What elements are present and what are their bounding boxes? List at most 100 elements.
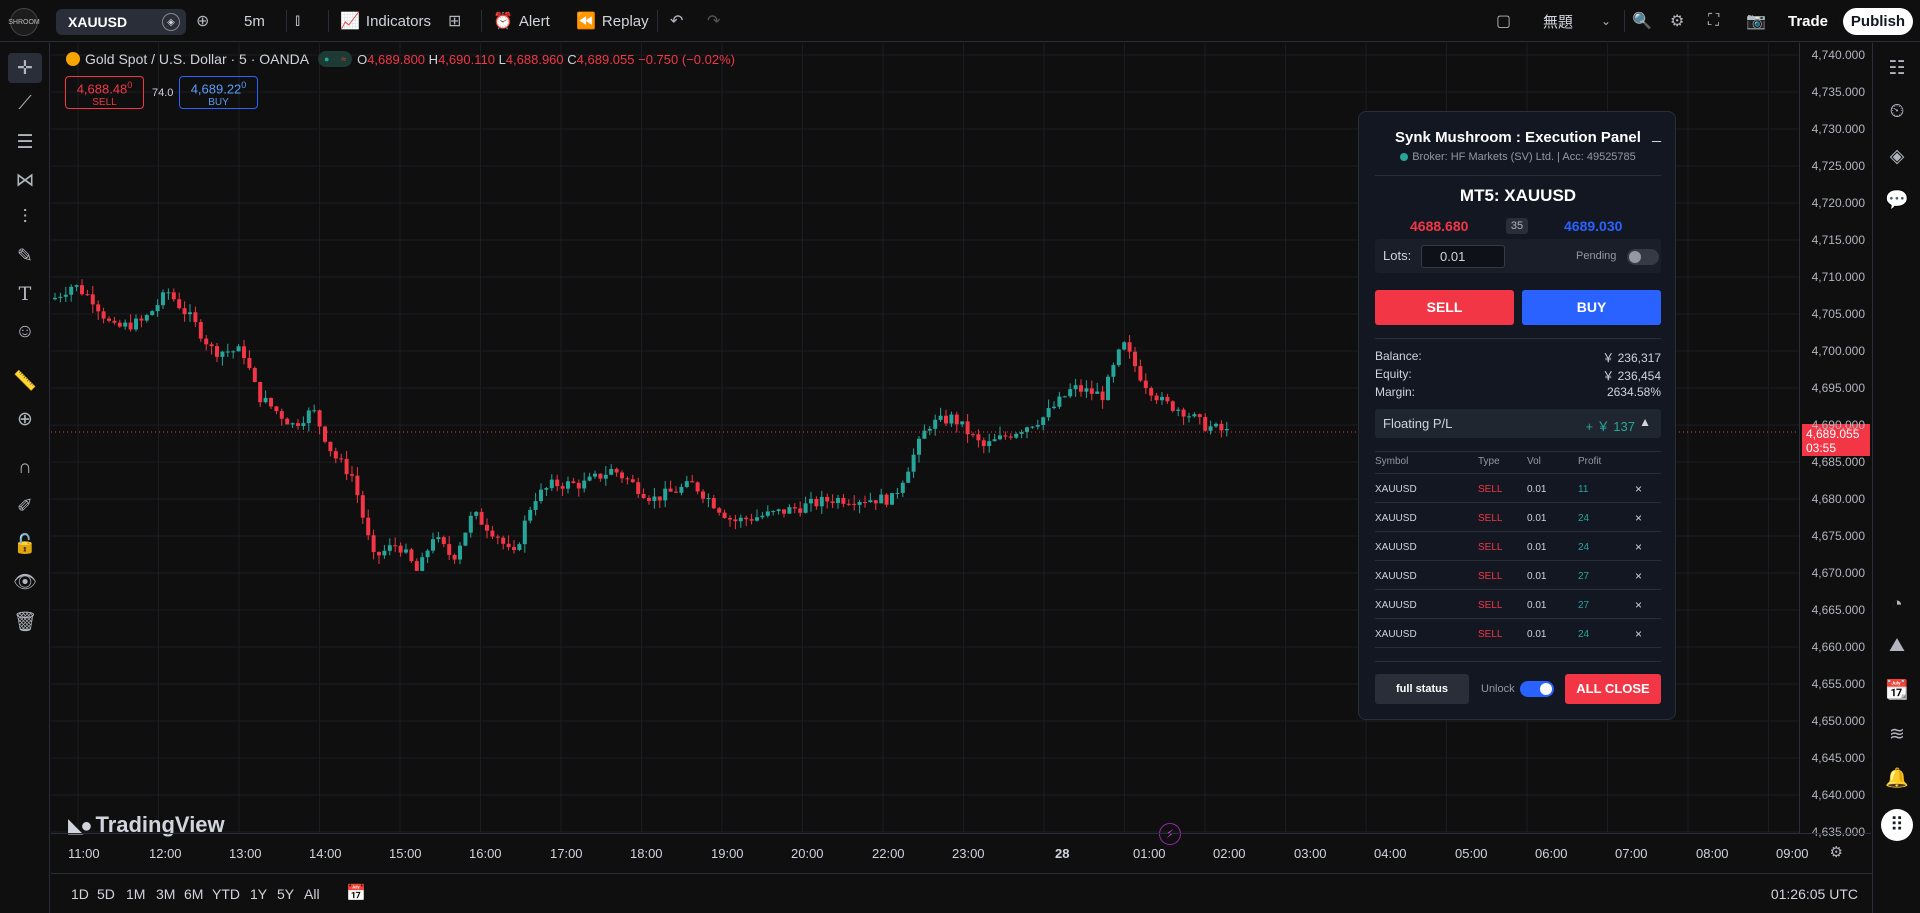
object-tree-button[interactable]: ◈	[1881, 141, 1913, 171]
alerts-button[interactable]: ⏲	[1881, 97, 1913, 127]
pattern-tool[interactable]: ⋈	[8, 165, 42, 195]
brand-logo[interactable]: SHROOM	[8, 8, 40, 36]
trendline-tool[interactable]: ⟋	[8, 89, 42, 119]
brush-tool[interactable]: ✎	[8, 241, 42, 271]
all-close-button[interactable]: ALL CLOSE	[1565, 674, 1661, 704]
symbol-title[interactable]: Gold Spot / U.S. Dollar · 5 · OANDA	[85, 51, 309, 67]
forecast-tool[interactable]: ⫶	[8, 203, 42, 233]
close-position-button[interactable]: ×	[1635, 482, 1642, 496]
close-position-button[interactable]: ×	[1635, 511, 1642, 525]
time-axis[interactable]: ⚙ 11:00 12:00 13:00 14:00 15:00 16:00 17:00 18:…	[51, 833, 1871, 873]
emoji-tool[interactable]: ☺	[8, 317, 42, 347]
watchlist-button[interactable]: ☷	[1881, 53, 1913, 83]
close-position-button[interactable]: ×	[1635, 540, 1642, 554]
lots-input[interactable]: 0.01	[1421, 245, 1505, 268]
candle	[90, 286, 95, 313]
lock-all-tool[interactable]: 🔓	[8, 529, 42, 559]
range-button-1y[interactable]: 1Y	[250, 886, 267, 902]
zoom-tool[interactable]: ⊕	[8, 404, 42, 434]
utc-clock[interactable]: 01:26:05 UTC	[1771, 886, 1858, 902]
measure-tool[interactable]: 📏	[8, 366, 42, 396]
candle	[566, 476, 570, 494]
hide-drawings-tool[interactable]: 👁	[8, 567, 42, 597]
layout-select-button[interactable]: ▢	[1496, 0, 1511, 42]
crosshair-tool[interactable]: ✛	[8, 53, 42, 83]
clock-icon: ⏲	[1889, 101, 1905, 122]
price-tick-label: 4,720.000	[1811, 196, 1865, 210]
axis-settings-icon[interactable]: ⚙	[1830, 843, 1843, 861]
candle	[1165, 393, 1170, 404]
indicators-button[interactable]: 📈 Indicators	[340, 0, 431, 42]
trade-button[interactable]: Trade	[1779, 8, 1837, 35]
magnet-tool[interactable]: ∩	[8, 453, 42, 483]
range-button-1d[interactable]: 1D	[71, 886, 89, 902]
lock-drawing-mode-tool[interactable]: ✐	[8, 491, 42, 521]
date-range-icon[interactable]: 📅	[346, 883, 366, 903]
fullscreen-button[interactable]: ⛶	[1708, 0, 1719, 42]
technicals-button[interactable]: ◔	[1881, 590, 1913, 620]
close-position-button[interactable]: ×	[1635, 627, 1642, 641]
positions-table: Symbol Type Vol Profit XAUUSD SELL 0.01 11 ×…	[1375, 456, 1661, 648]
replay-button[interactable]: ⏪ Replay	[576, 0, 649, 42]
symbol-search[interactable]: XAUUSD ◈	[56, 9, 186, 35]
candle	[1046, 399, 1051, 421]
candle	[101, 307, 106, 324]
quick-sell-button[interactable]: 4,688.480 SELL	[65, 76, 144, 109]
compare-icon[interactable]: ◈	[162, 13, 180, 31]
range-button-3m[interactable]: 3M	[156, 886, 175, 902]
close-position-button[interactable]: ×	[1635, 598, 1642, 612]
chevron-down-icon: ⌄	[1601, 14, 1612, 28]
candle	[971, 432, 975, 438]
candle	[414, 558, 419, 572]
remove-drawings-tool[interactable]: 🗑	[8, 607, 42, 637]
redo-button[interactable]: ↷	[707, 0, 720, 42]
calendar-button[interactable]: 📆	[1881, 675, 1913, 705]
templates-button[interactable]: ⊞	[448, 0, 461, 42]
layout-name-button[interactable]: 無題 ⌄	[1543, 0, 1611, 42]
interval-button[interactable]: 5m	[244, 0, 265, 42]
apps-button[interactable]: ⠿	[1881, 809, 1913, 841]
text-tool[interactable]: T	[8, 279, 42, 309]
range-button-ytd[interactable]: YTD	[212, 886, 240, 902]
quick-search-button[interactable]: 🔍	[1632, 0, 1652, 42]
price-tick-label: 4,735.000	[1811, 85, 1865, 99]
snapshot-button[interactable]: 📷	[1746, 0, 1766, 42]
candle	[501, 535, 506, 550]
price-axis[interactable]: 4,689.055 03:55 4,740.000 4,735.000 4,730.…	[1799, 43, 1871, 839]
unlock-toggle[interactable]	[1520, 681, 1554, 697]
range-button-5y[interactable]: 5Y	[277, 886, 294, 902]
quick-buy-button[interactable]: 4,689.220 BUY	[179, 76, 258, 109]
minimize-button[interactable]: _	[1652, 126, 1661, 144]
full-status-button[interactable]: full status	[1375, 674, 1469, 704]
chat-button[interactable]: 💬	[1881, 185, 1913, 215]
close-position-button[interactable]: ×	[1635, 569, 1642, 583]
ideas-button[interactable]: ⛰	[1881, 631, 1913, 661]
time-tick-label: 08:00	[1696, 846, 1729, 861]
chart-type-button[interactable]: ⫾	[295, 0, 300, 42]
range-button-5d[interactable]: 5D	[97, 886, 115, 902]
candle	[749, 513, 754, 525]
panel-buy-button[interactable]: BUY	[1522, 290, 1661, 325]
alert-button[interactable]: ⏰ Alert	[493, 0, 550, 42]
pending-toggle[interactable]	[1627, 249, 1659, 265]
collapse-icon[interactable]: ▲	[1639, 415, 1651, 429]
price-tick-label: 4,700.000	[1811, 344, 1865, 358]
market-status-badge[interactable]: ● ≈	[318, 51, 353, 67]
range-button-6m[interactable]: 6M	[184, 886, 203, 902]
add-symbol-button[interactable]: ⊕	[196, 0, 209, 42]
forecast-icon: ⫶	[22, 207, 28, 228]
range-button-1m[interactable]: 1M	[126, 886, 145, 902]
notifications-button[interactable]: 🔔	[1881, 763, 1913, 793]
price-tick-label: 4,710.000	[1811, 270, 1865, 284]
publish-button[interactable]: Publish	[1843, 8, 1913, 35]
news-button[interactable]: ≋	[1881, 719, 1913, 749]
panel-sell-button[interactable]: SELL	[1375, 290, 1514, 325]
candle	[954, 411, 959, 433]
fib-tool[interactable]: ☰	[8, 127, 42, 157]
undo-button[interactable]: ↶	[670, 0, 683, 42]
bottom-toolbar: 📅 01:26:05 UTC 1D 5D 1M 3M 6M YTD 1Y 5Y All	[51, 873, 1872, 913]
range-button-all[interactable]: All	[304, 886, 320, 902]
settings-button[interactable]: ⚙	[1670, 0, 1684, 42]
floating-pl-row[interactable]: Floating P/L + ￥ 137 ▲	[1375, 409, 1661, 438]
candle	[609, 464, 614, 476]
